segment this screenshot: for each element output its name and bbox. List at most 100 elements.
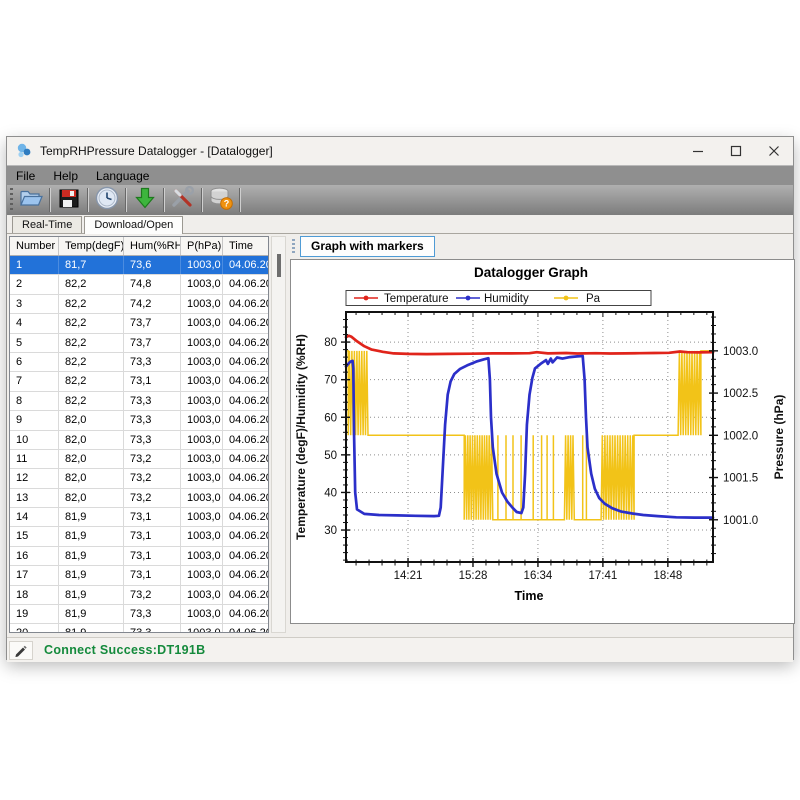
column-header-temp-degf-[interactable]: Temp(degF) bbox=[59, 237, 124, 255]
table-scrollbar[interactable] bbox=[271, 236, 286, 633]
menu-bar: FileHelpLanguage bbox=[7, 165, 793, 185]
right-tick-label: 1002.5 bbox=[723, 388, 758, 400]
table-cell: 8 bbox=[10, 392, 59, 410]
menu-item-language[interactable]: Language bbox=[87, 166, 158, 186]
toolbar-separator bbox=[201, 188, 203, 212]
real-time-button[interactable] bbox=[92, 186, 122, 214]
left-tick-label: 70 bbox=[324, 375, 337, 387]
toolbar: ? bbox=[7, 185, 793, 215]
settings-button[interactable] bbox=[168, 186, 198, 214]
table-cell: 82,0 bbox=[59, 431, 124, 449]
table-row[interactable]: 1981,973,31003,004.06.2023 13... bbox=[10, 605, 268, 624]
open-folder-button[interactable] bbox=[16, 186, 46, 214]
table-cell: 04.06.2023 13... bbox=[223, 605, 269, 623]
table-row[interactable]: 1282,073,21003,004.06.2023 13... bbox=[10, 469, 268, 488]
table-cell: 1003,0 bbox=[181, 256, 223, 274]
menu-item-file[interactable]: File bbox=[7, 166, 44, 186]
app-window: TempRHPressure Datalogger - [Datalogger]… bbox=[6, 136, 794, 660]
table-row[interactable]: 782,273,11003,004.06.2023 13... bbox=[10, 372, 268, 391]
tab-download-open[interactable]: Download/Open bbox=[84, 216, 183, 234]
table-row[interactable]: 1681,973,11003,004.06.2023 13... bbox=[10, 547, 268, 566]
table-cell: 13 bbox=[10, 489, 59, 507]
table-row[interactable]: 1082,073,31003,004.06.2023 13... bbox=[10, 431, 268, 450]
legend-label: Humidity bbox=[484, 293, 529, 305]
download-button[interactable] bbox=[130, 186, 160, 214]
column-header-hum-rh-[interactable]: Hum(%RH) bbox=[124, 237, 181, 255]
table-row[interactable]: 682,273,31003,004.06.2023 13... bbox=[10, 353, 268, 372]
x-tick-label: 14:21 bbox=[394, 570, 423, 582]
table-cell: 19 bbox=[10, 605, 59, 623]
toolbar-separator bbox=[125, 188, 127, 212]
save-button[interactable] bbox=[54, 186, 84, 214]
tools-icon bbox=[170, 186, 196, 215]
table-cell: 04.06.2023 13... bbox=[223, 295, 269, 313]
table-cell: 04.06.2023 13... bbox=[223, 256, 269, 274]
table-cell: 73,2 bbox=[124, 450, 181, 468]
table-cell: 73,3 bbox=[124, 431, 181, 449]
table-cell: 81,7 bbox=[59, 256, 124, 274]
graph-with-markers-button[interactable]: Graph with markers bbox=[300, 236, 435, 257]
table-cell: 73,7 bbox=[124, 314, 181, 332]
table-row[interactable]: 382,274,21003,004.06.2023 13... bbox=[10, 295, 268, 314]
table-cell: 1003,0 bbox=[181, 450, 223, 468]
table-cell: 04.06.2023 13... bbox=[223, 334, 269, 352]
status-pen-icon bbox=[14, 643, 28, 657]
open-folder-icon bbox=[18, 186, 44, 215]
left-tick-label: 50 bbox=[324, 450, 337, 462]
table-row[interactable]: 1581,973,11003,004.06.2023 13... bbox=[10, 527, 268, 546]
table-cell: 73,2 bbox=[124, 469, 181, 487]
table-cell: 82,0 bbox=[59, 469, 124, 487]
table-cell: 82,0 bbox=[59, 489, 124, 507]
table-row[interactable]: 482,273,71003,004.06.2023 13... bbox=[10, 314, 268, 333]
tab-strip: Real-Time Download/Open bbox=[7, 215, 793, 234]
minimize-button[interactable] bbox=[679, 137, 717, 165]
device-info-button[interactable]: ? bbox=[206, 186, 236, 214]
table-row[interactable]: 282,274,81003,004.06.2023 13... bbox=[10, 275, 268, 294]
close-button[interactable] bbox=[755, 137, 793, 165]
table-cell: 17 bbox=[10, 566, 59, 584]
table-cell: 3 bbox=[10, 295, 59, 313]
scrollbar-thumb[interactable] bbox=[277, 254, 281, 277]
toolbar-separator bbox=[87, 188, 89, 212]
toolbar-grip[interactable] bbox=[10, 188, 13, 212]
table-cell: 04.06.2023 13... bbox=[223, 624, 269, 633]
tab-real-time[interactable]: Real-Time bbox=[12, 216, 82, 233]
table-cell: 1003,0 bbox=[181, 624, 223, 633]
table-row[interactable]: 1382,073,21003,004.06.2023 13... bbox=[10, 489, 268, 508]
column-header-p-hpa-[interactable]: P(hPa) bbox=[181, 237, 223, 255]
table-cell: 04.06.2023 13... bbox=[223, 586, 269, 604]
column-header-number[interactable]: Number bbox=[10, 237, 59, 255]
table-cell: 81,9 bbox=[59, 566, 124, 584]
table-row[interactable]: 1182,073,21003,004.06.2023 13... bbox=[10, 450, 268, 469]
main-content: NumberTemp(degF)Hum(%RH)P(hPa)Time 181,7… bbox=[7, 234, 793, 637]
table-cell: 82,0 bbox=[59, 450, 124, 468]
table-cell: 73,2 bbox=[124, 489, 181, 507]
left-tick-label: 60 bbox=[324, 412, 337, 424]
table-row[interactable]: 2081,973,31003,004.06.2023 13... bbox=[10, 624, 268, 633]
datalogger-chart: 3040506070801001.01001.51002.01002.51003… bbox=[291, 260, 794, 623]
table-row[interactable]: 1881,973,21003,004.06.2023 13... bbox=[10, 586, 268, 605]
table-cell: 04.06.2023 13... bbox=[223, 353, 269, 371]
table-cell: 04.06.2023 13... bbox=[223, 314, 269, 332]
table-cell: 9 bbox=[10, 411, 59, 429]
table-cell: 81,9 bbox=[59, 527, 124, 545]
table-cell: 81,9 bbox=[59, 624, 124, 633]
column-header-time[interactable]: Time bbox=[223, 237, 269, 255]
table-row[interactable]: 982,073,31003,004.06.2023 13... bbox=[10, 411, 268, 430]
table-cell: 04.06.2023 13... bbox=[223, 275, 269, 293]
table-row[interactable]: 1481,973,11003,004.06.2023 13... bbox=[10, 508, 268, 527]
title-bar[interactable]: TempRHPressure Datalogger - [Datalogger] bbox=[7, 137, 793, 165]
table-cell: 1003,0 bbox=[181, 372, 223, 390]
table-cell: 14 bbox=[10, 508, 59, 526]
maximize-button[interactable] bbox=[717, 137, 755, 165]
table-cell: 1003,0 bbox=[181, 353, 223, 371]
table-row[interactable]: 882,273,31003,004.06.2023 13... bbox=[10, 392, 268, 411]
graph-panel-grip[interactable] bbox=[292, 239, 295, 255]
table-row[interactable]: 582,273,71003,004.06.2023 13... bbox=[10, 334, 268, 353]
table-cell: 82,2 bbox=[59, 295, 124, 313]
table-cell: 73,3 bbox=[124, 624, 181, 633]
table-row[interactable]: 1781,973,11003,004.06.2023 13... bbox=[10, 566, 268, 585]
table-row[interactable]: 181,773,61003,004.06.2023 13... bbox=[10, 256, 268, 275]
table-cell: 1003,0 bbox=[181, 586, 223, 604]
menu-item-help[interactable]: Help bbox=[44, 166, 87, 186]
